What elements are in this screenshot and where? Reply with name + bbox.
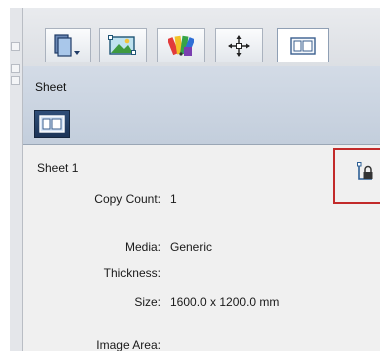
sheet-layout-icon bbox=[290, 36, 316, 55]
sheet-tab-selected[interactable] bbox=[34, 110, 70, 138]
lock-icon bbox=[357, 162, 373, 180]
color-swatches-icon bbox=[168, 35, 194, 56]
main-toolbar bbox=[23, 8, 380, 67]
thickness-label: Thickness: bbox=[103, 266, 161, 280]
sheet-section-title: Sheet bbox=[35, 80, 67, 94]
gutter-marker bbox=[11, 42, 20, 51]
media-value: Generic bbox=[170, 240, 213, 254]
size-label: Size: bbox=[134, 295, 161, 309]
lock-aspect-button[interactable] bbox=[355, 161, 377, 183]
move-crosshair-icon bbox=[228, 34, 250, 57]
sheet-tool-button[interactable] bbox=[277, 28, 329, 62]
position-tool-button[interactable] bbox=[215, 28, 263, 62]
size-value: 1600.0 x 1200.0 mm bbox=[170, 295, 280, 309]
left-gutter bbox=[10, 8, 23, 351]
sheet-layout-icon bbox=[39, 115, 65, 133]
gutter-marker bbox=[11, 64, 20, 73]
sheet-name: Sheet 1 bbox=[37, 161, 79, 175]
media-row: Media: Generic bbox=[23, 240, 373, 258]
image-area-label: Image Area: bbox=[96, 338, 161, 351]
page-stack-dropdown-icon bbox=[54, 33, 80, 57]
copy-count-row: Copy Count: 1 bbox=[23, 192, 373, 210]
copy-count-value: 1 bbox=[170, 192, 177, 206]
media-label: Media: bbox=[124, 240, 161, 254]
sheet-header-bar: Sheet bbox=[23, 66, 380, 145]
image-tool-button[interactable] bbox=[99, 28, 147, 62]
image-landscape-icon bbox=[108, 34, 136, 55]
color-tool-button[interactable] bbox=[157, 28, 205, 62]
size-row: Size: 1600.0 x 1200.0 mm bbox=[23, 295, 373, 313]
sheet-properties-panel: Sheet 1 Copy Count: 1 Media: Generic Thi… bbox=[23, 145, 380, 351]
thickness-row: Thickness: bbox=[23, 266, 373, 284]
gutter-marker bbox=[11, 76, 20, 85]
copy-count-label: Copy Count: bbox=[94, 192, 161, 206]
pages-tool-button[interactable] bbox=[45, 28, 91, 62]
image-area-row: Image Area: bbox=[23, 338, 373, 351]
sheet-panel-window: Sheet Sheet 1 Copy Count: 1 Media: Gener… bbox=[10, 8, 380, 351]
